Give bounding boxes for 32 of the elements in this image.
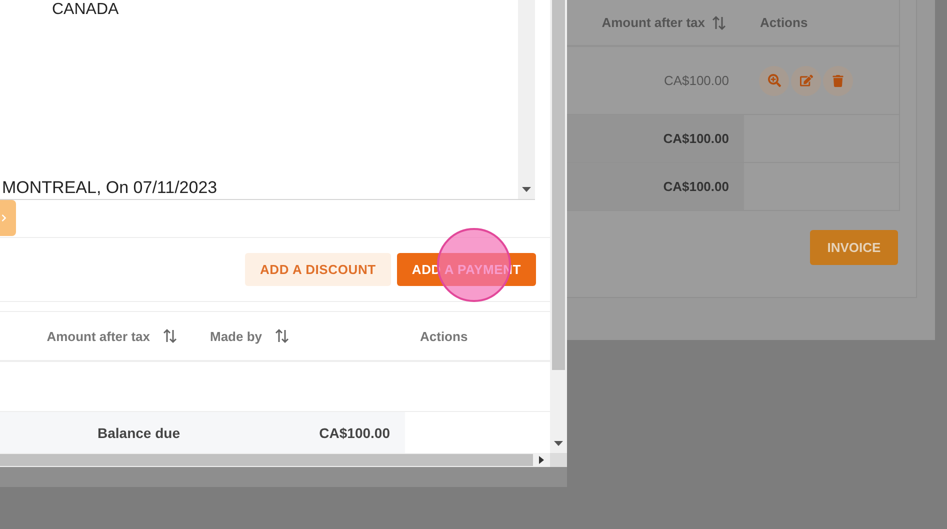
edit-button[interactable] <box>791 66 821 96</box>
scrollbar[interactable] <box>550 0 567 453</box>
signature-line: MONTREAL, On 07/11/2023 <box>1 177 218 199</box>
column-header: Amount after tax <box>602 15 705 30</box>
sort-icon[interactable] <box>274 328 290 344</box>
balance-label: Balance due <box>96 424 181 442</box>
zoom-in-button[interactable] <box>759 66 789 96</box>
total-value: CA$100.00 <box>663 179 729 194</box>
trash-icon <box>832 74 844 86</box>
address-line: CANADA <box>51 0 120 20</box>
scroll-down-icon[interactable] <box>554 441 563 447</box>
horizontal-scrollbar[interactable] <box>0 453 567 467</box>
invoice-button[interactable]: INVOICE <box>810 230 898 265</box>
column-header: Actions <box>760 15 808 30</box>
total-value: CA$100.00 <box>663 131 729 146</box>
expand-tab[interactable] <box>0 200 16 236</box>
sort-icon[interactable] <box>162 328 178 344</box>
chevron-right-icon <box>0 214 8 222</box>
amount-cell: CA$100.00 <box>664 73 729 88</box>
column-header: Amount after tax <box>46 328 150 344</box>
address-field[interactable]: CANADA MONTREAL, On 07/11/2023 <box>0 0 518 199</box>
scroll-right-icon[interactable] <box>539 456 544 464</box>
add-discount-button[interactable]: ADD A DISCOUNT <box>244 253 391 286</box>
sort-icon[interactable] <box>711 14 727 30</box>
edit-icon <box>800 74 812 87</box>
delete-button[interactable] <box>823 66 853 96</box>
balance-value: CA$100.00 <box>318 424 391 442</box>
column-header: Actions <box>420 328 468 344</box>
column-header: Made by <box>210 328 262 344</box>
scroll-down-icon[interactable] <box>522 187 531 193</box>
zoom-in-icon <box>768 74 780 87</box>
scrollbar-corner <box>550 453 567 467</box>
